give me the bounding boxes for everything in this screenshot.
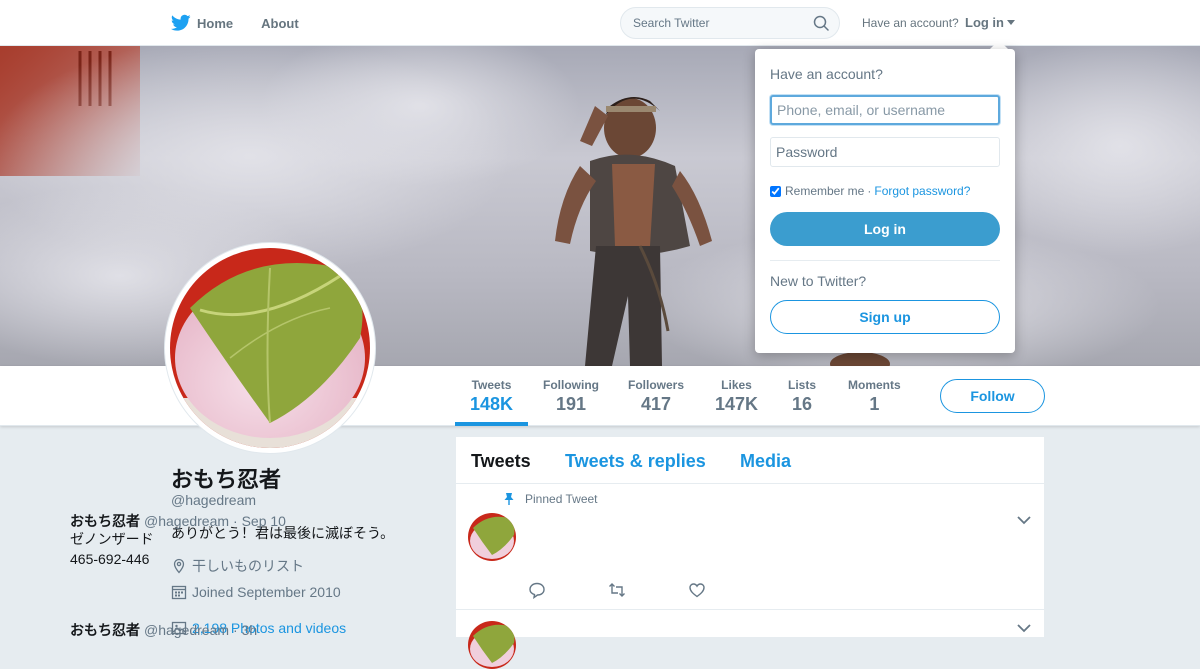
tweet-avatar-image (468, 513, 516, 561)
new-to-twitter-text: New to Twitter? (770, 273, 867, 289)
like-icon[interactable] (688, 581, 706, 599)
search-input[interactable] (621, 8, 803, 38)
stat-moments[interactable]: Moments 1 (848, 378, 901, 415)
dropdown-divider (770, 260, 1000, 261)
twitter-bird-icon[interactable] (171, 14, 191, 32)
profile-avatar[interactable] (165, 243, 375, 453)
tweet-header: おもち忍者 @hagedream · Sep 10 (70, 511, 286, 531)
search-box (620, 7, 840, 39)
remember-me-label[interactable]: Remember me (785, 184, 864, 198)
profile-name[interactable]: おもち忍者 (171, 462, 281, 494)
signup-button[interactable]: Sign up (770, 300, 1000, 334)
stat-likes[interactable]: Likes 147K (715, 378, 758, 415)
separator-dot: · (867, 184, 872, 198)
tab-media[interactable]: Media (740, 451, 791, 472)
stat-label: Tweets (471, 378, 512, 392)
login-dropdown: Have an account? Remember me · Forgot pa… (755, 49, 1015, 353)
dropdown-title: Have an account? (770, 66, 883, 82)
stat-label: Lists (788, 378, 817, 392)
stat-value: 148K (470, 394, 514, 414)
reply-icon[interactable] (528, 581, 546, 599)
stat-value: 417 (640, 394, 672, 414)
joined-text: Joined September 2010 (192, 584, 341, 600)
tweet-text-line: 465-692-446 (70, 551, 150, 567)
pin-icon (504, 493, 514, 505)
tab-tweets[interactable]: Tweets (471, 451, 531, 472)
search-icon[interactable] (813, 15, 829, 31)
profile-handle[interactable]: @hagedream (171, 492, 256, 508)
stat-label: Likes (721, 378, 752, 392)
tweet-author-name[interactable]: おもち忍者 (70, 620, 140, 640)
caret-down-icon (1007, 20, 1015, 25)
forgot-password-link[interactable]: Forgot password? (874, 184, 970, 198)
dropdown-caret (990, 40, 1008, 49)
location-icon (173, 558, 185, 574)
nav-about-link[interactable]: About (261, 16, 299, 31)
tweet-avatar-image (468, 621, 516, 669)
chevron-down-icon[interactable] (1017, 624, 1031, 633)
stat-followers[interactable]: Followers 417 (628, 378, 684, 415)
timeline: Tweets Tweets & replies Media (456, 437, 1044, 637)
stat-lists[interactable]: Lists 16 (788, 378, 816, 415)
stat-label: Moments (848, 378, 901, 392)
nav-left: Home About (171, 0, 327, 46)
tweet-author-handle[interactable]: @hagedream (144, 513, 229, 529)
timeline-tabs: Tweets Tweets & replies Media (456, 437, 1044, 484)
tweet-time[interactable]: · Sep 10 (233, 513, 286, 529)
stat-value: 16 (791, 394, 813, 414)
tweet-header: おもち忍者 @hagedream · 3h (70, 620, 257, 640)
stat-value: 191 (555, 394, 587, 414)
have-account-text: Have an account? (862, 16, 959, 30)
calendar-icon (171, 585, 187, 600)
follow-button[interactable]: Follow (940, 379, 1045, 413)
tab-tweets-replies[interactable]: Tweets & replies (565, 451, 706, 472)
stat-value: 147K (715, 394, 759, 414)
password-input[interactable] (770, 137, 1000, 167)
avatar-image (170, 248, 370, 448)
profile-location: 干しいものリスト (171, 556, 304, 576)
tweet-author-name[interactable]: おもち忍者 (70, 511, 140, 531)
tweet-divider (456, 609, 1044, 610)
stat-label: Following (543, 378, 599, 392)
stat-label: Followers (628, 378, 685, 392)
nav-home-link[interactable]: Home (197, 16, 233, 31)
tweet-avatar[interactable] (468, 621, 516, 669)
active-tab-underline (455, 422, 528, 426)
stat-tweets[interactable]: Tweets 148K (470, 378, 513, 415)
remember-row: Remember me · Forgot password? (770, 184, 970, 198)
location-text: 干しいものリスト (192, 558, 304, 574)
tweet-text-line: ゼノンザード (70, 531, 154, 547)
top-nav: Home About Have an account? Log in (0, 0, 1200, 46)
tweet-avatar[interactable] (468, 513, 516, 561)
remember-me-checkbox[interactable] (770, 185, 781, 197)
chevron-down-icon[interactable] (1017, 516, 1031, 525)
username-input[interactable] (770, 95, 1000, 125)
tweet-time[interactable]: · 3h (233, 622, 257, 638)
stat-value: 1 (869, 394, 880, 414)
login-menu-label: Log in (965, 15, 1004, 30)
tweet-author-handle[interactable]: @hagedream (144, 622, 229, 638)
login-button[interactable]: Log in (770, 212, 1000, 246)
stat-following[interactable]: Following 191 (543, 378, 599, 415)
login-menu-button[interactable]: Log in (965, 15, 1015, 30)
pinned-label: Pinned Tweet (525, 492, 598, 506)
profile-joined: Joined September 2010 (171, 584, 341, 600)
retweet-icon[interactable] (608, 581, 626, 599)
